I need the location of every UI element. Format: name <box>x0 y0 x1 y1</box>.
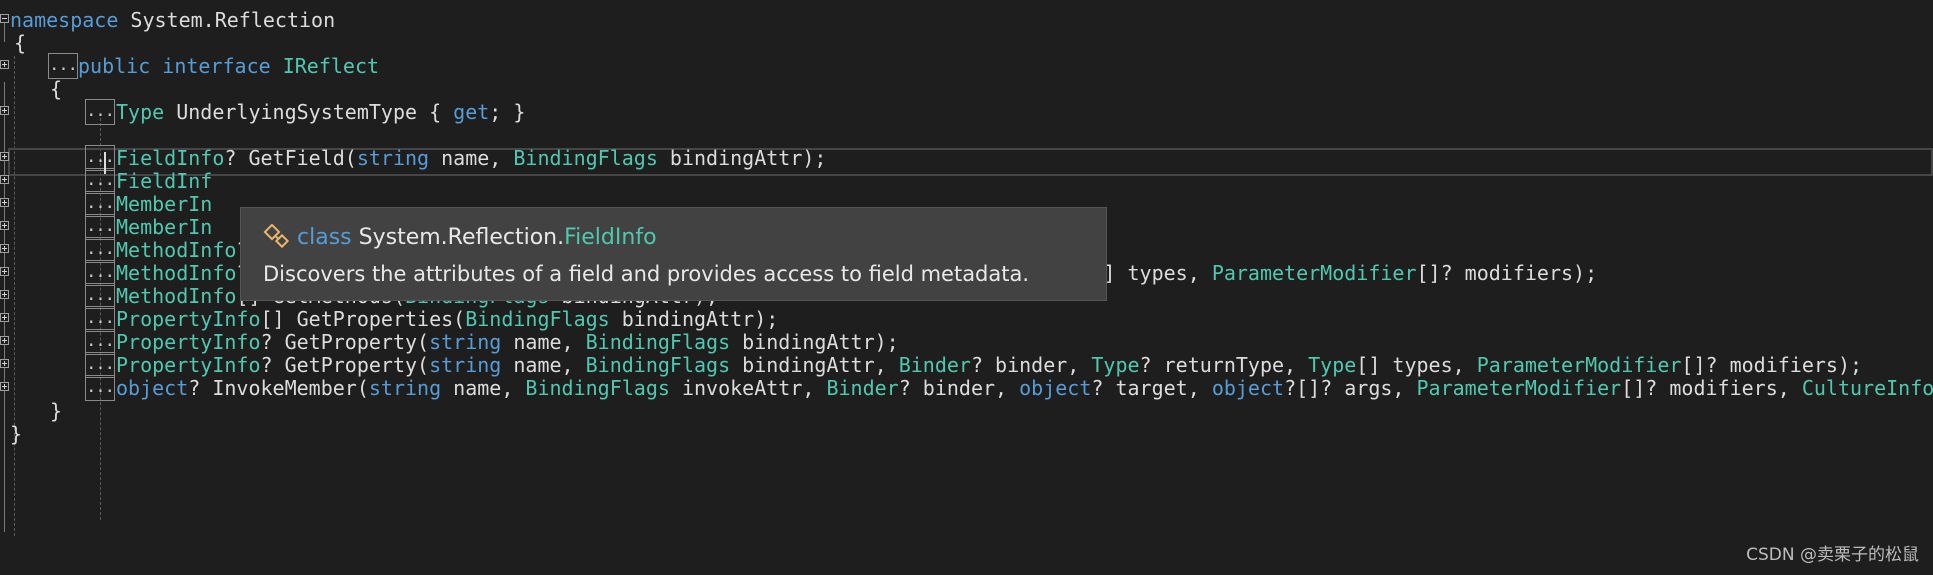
expand-icon[interactable] <box>0 267 9 276</box>
tooltip-header: class System.Reflection.FieldInfo <box>263 223 657 253</box>
tooltip-description: Discovers the attributes of a field and … <box>263 262 1030 286</box>
expand-icon[interactable] <box>0 382 9 391</box>
expand-icon[interactable] <box>0 60 9 69</box>
quick-info-tooltip: class System.Reflection.FieldInfo Discov… <box>240 207 1107 301</box>
collapse-icon[interactable] <box>0 14 9 23</box>
text-caret <box>104 152 106 174</box>
expand-icon[interactable] <box>0 152 9 161</box>
expand-icon[interactable] <box>0 313 9 322</box>
expand-icon[interactable] <box>0 198 9 207</box>
text-token: } <box>10 422 23 446</box>
code-line[interactable]: } <box>0 420 1933 448</box>
watermark: CSDN @卖栗子的松鼠 <box>1746 545 1919 565</box>
expand-icon[interactable] <box>0 290 9 299</box>
expand-icon[interactable] <box>0 336 9 345</box>
code-text: } <box>10 420 22 448</box>
expand-icon[interactable] <box>0 175 9 184</box>
tooltip-namespace: System.Reflection. <box>351 225 565 250</box>
tooltip-type-name: FieldInfo <box>564 225 657 250</box>
class-icon <box>263 224 290 249</box>
expand-icon[interactable] <box>0 221 9 230</box>
expand-icon[interactable] <box>0 106 9 115</box>
expand-icon[interactable] <box>0 359 9 368</box>
expand-icon[interactable] <box>0 244 9 253</box>
tooltip-keyword: class <box>297 225 352 250</box>
code-editor[interactable]: namespace System.Reflection{... public in… <box>0 0 1933 575</box>
